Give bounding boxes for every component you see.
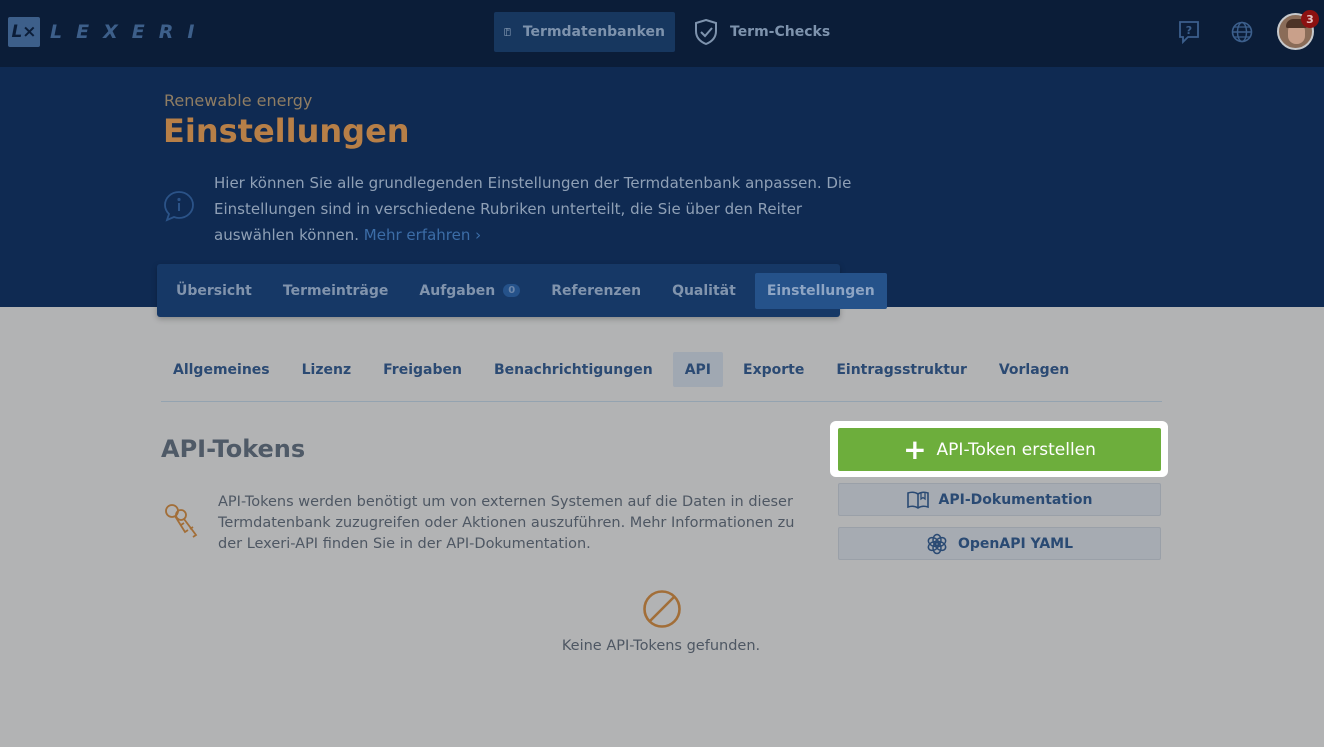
no-results-icon [643,590,681,628]
subtab-allgemeines[interactable]: Allgemeines [161,352,282,387]
help-icon[interactable]: ? [1178,20,1200,44]
tab-einstellungen[interactable]: Einstellungen [754,272,887,309]
notification-badge: 3 [1301,10,1319,28]
nav-termdatenbanken[interactable]: Termdatenbanken [494,12,675,52]
create-api-token-label: API-Token erstellen [936,439,1096,460]
book-icon [504,27,511,37]
lexeri-logo[interactable]: L× LEXERI [8,17,208,47]
termbase-name: Renewable energy [164,91,313,110]
logo-mark: L× [8,17,40,47]
info-text-body: Hier können Sie alle grundlegenden Einst… [214,174,852,244]
subtab-freigaben[interactable]: Freigaben [371,352,474,387]
svg-text:?: ? [1186,24,1192,37]
page-title: Einstellungen [163,112,410,150]
plus-icon: + [903,432,927,466]
subtab-label: Vorlagen [998,361,1070,378]
tab-qualitaet[interactable]: Qualität [660,273,748,309]
empty-state-text: Keine API-Tokens gefunden. [561,638,761,654]
tab-label: Referenzen [551,282,642,299]
openapi-yaml-label: OpenAPI YAML [957,535,1074,552]
tab-label: Qualität [672,282,736,299]
top-navigation-bar: L× LEXERI Termdatenbanken Term-Checks ? … [0,0,1324,67]
subtab-benachrichtigungen[interactable]: Benachrichtigungen [482,352,665,387]
subtab-label: Allgemeines [173,361,270,378]
subtab-label: Freigaben [383,361,462,378]
create-api-token-button[interactable]: + API-Token erstellen [838,428,1161,471]
subtab-label: Benachrichtigungen [493,361,653,378]
info-text: Hier können Sie alle grundlegenden Einst… [214,170,874,248]
subtab-label: Exporte [743,361,805,378]
subtab-label: API [684,361,712,378]
api-description: API-Tokens werden benötigt um von extern… [218,494,795,552]
logo-text: LEXERI [50,21,209,43]
nav-term-checks-label: Term-Checks [730,24,831,40]
tab-termeintraege[interactable]: Termeinträge [271,273,401,309]
tab-label: Termeinträge [282,282,389,299]
tab-aufgaben[interactable]: Aufgaben 0 [407,273,532,309]
nav-termdatenbanken-label: Termdatenbanken [522,24,665,40]
empty-state-message: Keine API-Tokens gefunden. [0,638,1324,654]
subtab-lizenz[interactable]: Lizenz [290,352,363,387]
subtab-label: Lizenz [301,361,352,378]
shield-check-icon [695,19,717,45]
tasks-count-badge: 0 [503,284,521,297]
openai-logo-icon [927,533,947,554]
openapi-yaml-button[interactable]: OpenAPI YAML [838,527,1161,560]
tab-uebersicht[interactable]: Übersicht [164,273,264,309]
subtab-api[interactable]: API [672,352,724,387]
subtab-label: Eintragsstruktur [836,361,967,378]
tab-label: Übersicht [176,282,252,299]
globe-icon[interactable] [1231,21,1253,43]
tab-label: Einstellungen [766,282,875,299]
section-title: API-Tokens [161,435,306,463]
subtab-exporte[interactable]: Exporte [731,352,816,387]
api-documentation-label: API-Dokumentation [938,491,1093,508]
subtab-eintragsstruktur[interactable]: Eintragsstruktur [824,352,979,387]
tab-label: Aufgaben [419,282,496,299]
mehr-erfahren-link[interactable]: Mehr erfahren › [364,226,481,244]
info-bubble-icon [164,191,194,222]
tab-referenzen[interactable]: Referenzen [539,273,653,309]
settings-sub-tabs: Allgemeines Lizenz Freigaben Benachricht… [161,352,1162,402]
main-tab-bar: Übersicht Termeinträge Aufgaben 0 Refere… [157,264,887,317]
api-documentation-button[interactable]: API-Dokumentation [838,483,1161,516]
nav-term-checks[interactable]: Term-Checks [684,12,840,52]
subtab-vorlagen[interactable]: Vorlagen [987,352,1081,387]
keys-icon [165,504,198,538]
open-book-icon [906,491,929,509]
